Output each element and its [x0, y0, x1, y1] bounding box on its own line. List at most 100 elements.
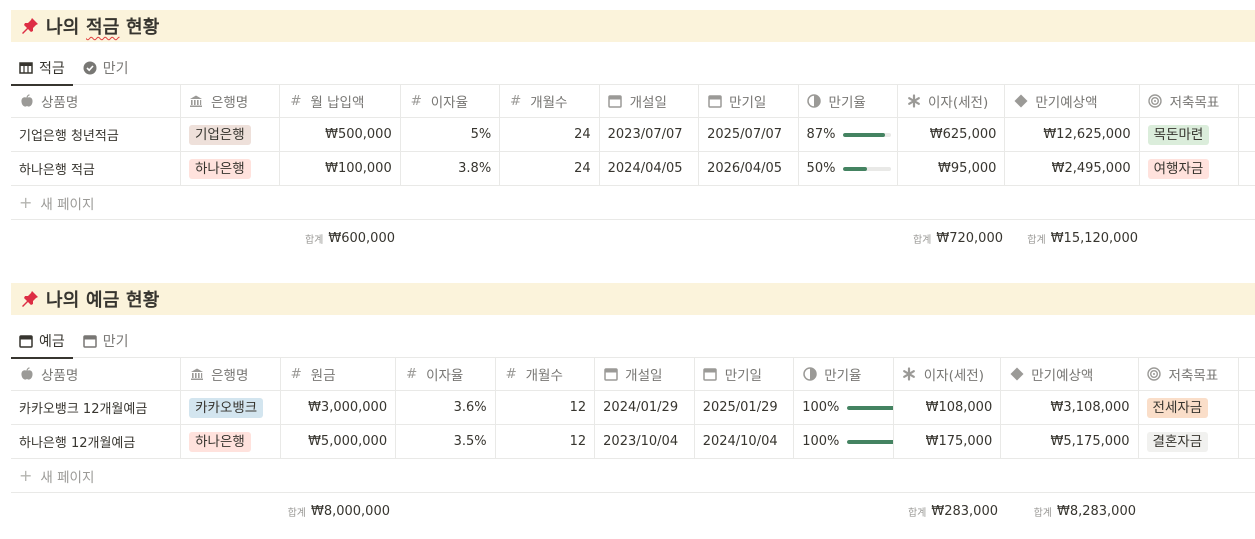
bank-cell[interactable]: 하나은행 [181, 425, 281, 458]
bank-cell[interactable]: 기업은행 [181, 118, 281, 151]
maturity-date-cell[interactable]: 2025/07/07 [699, 118, 799, 151]
column-header[interactable]: # 개월수 [496, 358, 596, 390]
column-header[interactable]: 만기예상액 [1005, 85, 1140, 117]
months-cell[interactable]: 12 [496, 391, 596, 424]
rate-cell[interactable]: 3.8% [401, 152, 501, 185]
open-date-cell[interactable]: 2023/10/04 [595, 425, 695, 458]
column-header[interactable]: 이자(세전) [894, 358, 1002, 390]
row-spacer [1239, 391, 1255, 424]
rate-cell[interactable]: 3.6% [396, 391, 496, 424]
goal-cell[interactable]: 전세자금 [1139, 391, 1240, 424]
column-header[interactable]: 개설일 [595, 358, 695, 390]
column-header[interactable]: 저축목표 [1140, 85, 1240, 117]
tab-savings-maturity[interactable]: 만기 [75, 51, 137, 85]
table-row[interactable]: 기업은행 청년적금 기업은행 ₩500,000 5% 24 2023/07/07… [11, 118, 1255, 152]
months-cell[interactable]: 24 [500, 152, 600, 185]
goal-tag: 여행자금 [1147, 158, 1210, 179]
sum-label: 합계 [912, 234, 932, 246]
maturity-date-cell[interactable]: 2026/04/05 [699, 152, 799, 185]
column-header[interactable]: 만기율 [799, 85, 898, 117]
column-header[interactable]: # 이자율 [401, 85, 501, 117]
column-header[interactable]: # 개월수 [500, 85, 600, 117]
tab-savings-table[interactable]: 적금 [11, 51, 73, 86]
column-header[interactable]: 만기일 [695, 358, 795, 390]
pushpin-icon [20, 289, 40, 309]
column-header[interactable]: # 원금 [281, 358, 397, 390]
expected-cell[interactable]: ₩3,108,000 [1001, 391, 1139, 424]
new-page-button[interactable]: + 새 페이지 [11, 186, 1255, 220]
rate-cell[interactable]: 3.5% [396, 425, 496, 458]
interest-cell[interactable]: ₩175,000 [894, 425, 1002, 458]
deposits-view-tabs: 예금 만기 [11, 324, 1255, 359]
amount-cell[interactable]: ₩500,000 [280, 118, 401, 151]
column-header[interactable]: 만기예상액 [1001, 358, 1139, 390]
bank-cell[interactable]: 하나은행 [181, 152, 281, 185]
new-page-button[interactable]: + 새 페이지 [11, 459, 1255, 493]
months-cell[interactable]: 12 [496, 425, 596, 458]
open-date-cell[interactable]: 2024/04/05 [600, 152, 700, 185]
sum-amount[interactable]: 합계 ₩8,000,000 [182, 493, 398, 529]
diamond-icon [1009, 367, 1024, 382]
hash-icon: # [510, 93, 522, 109]
hash-icon: # [410, 93, 422, 109]
open-date-cell[interactable]: 2023/07/07 [600, 118, 700, 151]
amount-cell[interactable]: ₩3,000,000 [281, 391, 397, 424]
column-header[interactable]: 이자(세전) [898, 85, 1006, 117]
progress-label: 100% [802, 434, 840, 449]
rate-cell[interactable]: 5% [401, 118, 501, 151]
column-header[interactable]: # 월 납입액 [280, 85, 401, 117]
progress-label: 100% [802, 400, 840, 415]
tab-deposits-calendar[interactable]: 예금 [11, 324, 73, 359]
sum-expected[interactable]: 합계 ₩8,283,000 [1006, 493, 1144, 529]
interest-cell[interactable]: ₩625,000 [898, 118, 1006, 151]
open-date-cell[interactable]: 2024/01/29 [595, 391, 695, 424]
diamond-icon [1013, 94, 1028, 109]
product-name-cell[interactable]: 기업은행 청년적금 [11, 118, 181, 151]
column-header[interactable]: 은행명 [181, 358, 281, 390]
table-row[interactable]: 하나은행 적금 하나은행 ₩100,000 3.8% 24 2024/04/05… [11, 152, 1255, 186]
sum-interest[interactable]: 합계 ₩720,000 [903, 220, 1011, 256]
column-header[interactable]: 은행명 [181, 85, 281, 117]
column-header[interactable]: 상품명 [11, 85, 181, 117]
expected-cell[interactable]: ₩12,625,000 [1005, 118, 1140, 151]
goal-cell[interactable]: 목돈마련 [1140, 118, 1240, 151]
maturity-date-cell[interactable]: 2024/10/04 [695, 425, 795, 458]
column-header[interactable]: 상품명 [11, 358, 182, 390]
tab-deposits-maturity[interactable]: 만기 [75, 324, 137, 358]
column-header[interactable]: 저축목표 [1139, 358, 1240, 390]
interest-cell[interactable]: ₩108,000 [894, 391, 1002, 424]
sum-interest[interactable]: 합계 ₩283,000 [898, 493, 1006, 529]
bank-cell[interactable]: 카카오뱅크 [181, 391, 281, 424]
goal-tag: 결혼자금 [1146, 431, 1209, 452]
maturity-date-cell[interactable]: 2025/01/29 [695, 391, 795, 424]
column-header[interactable]: 만기율 [794, 358, 894, 390]
interest-cell[interactable]: ₩95,000 [898, 152, 1006, 185]
amount-cell[interactable]: ₩5,000,000 [281, 425, 397, 458]
progress-cell[interactable]: 87% [799, 118, 898, 151]
table-row[interactable]: 카카오뱅크 12개월예금 카카오뱅크 ₩3,000,000 3.6% 12 20… [11, 391, 1255, 425]
progress-cell[interactable]: 100% [794, 425, 894, 458]
progress-cell[interactable]: 100% [794, 391, 894, 424]
hash-icon: # [405, 366, 418, 382]
product-name-cell[interactable]: 카카오뱅크 12개월예금 [11, 391, 182, 424]
product-name-cell[interactable]: 하나은행 적금 [11, 152, 181, 185]
column-header[interactable]: # 이자율 [396, 358, 496, 390]
column-header[interactable]: 개설일 [600, 85, 700, 117]
column-header[interactable]: 만기일 [699, 85, 799, 117]
plus-icon: + [19, 466, 33, 485]
amount-cell[interactable]: ₩100,000 [280, 152, 401, 185]
goal-cell[interactable]: 여행자금 [1140, 152, 1240, 185]
sum-label: 합계 [304, 234, 324, 246]
row-spacer [1239, 425, 1255, 458]
progress-cell[interactable]: 50% [799, 152, 898, 185]
sum-amount[interactable]: 합계 ₩600,000 [182, 220, 403, 256]
table-row[interactable]: 하나은행 12개월예금 하나은행 ₩5,000,000 3.5% 12 2023… [11, 425, 1255, 459]
expected-cell[interactable]: ₩2,495,000 [1005, 152, 1140, 185]
table-header: 상품명 은행명 # 월 납입액 # 이자율 # 개월수 개설일 만기일 만기율 이자(… [11, 85, 1255, 118]
deposits-table: 상품명 은행명 # 원금 # 이자율 # 개월수 개설일 만기일 만기율 이자(세전)… [11, 358, 1255, 529]
goal-cell[interactable]: 결혼자금 [1139, 425, 1240, 458]
expected-cell[interactable]: ₩5,175,000 [1001, 425, 1139, 458]
product-name-cell[interactable]: 하나은행 12개월예금 [11, 425, 182, 458]
months-cell[interactable]: 24 [500, 118, 600, 151]
sum-expected[interactable]: 합계 ₩15,120,000 [1011, 220, 1146, 256]
